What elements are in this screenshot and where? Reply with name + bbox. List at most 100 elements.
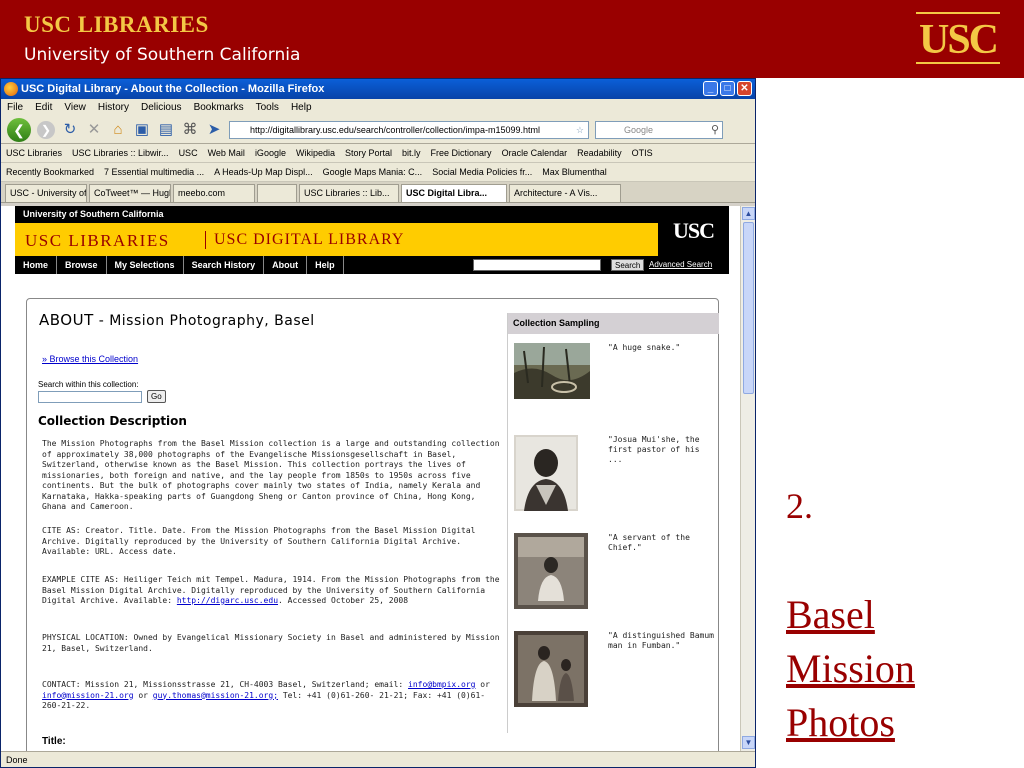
bookmark-item[interactable]: USC Libraries [6,144,62,162]
servant-photo-thumbnail[interactable] [514,533,588,609]
slide-header: USC LIBRARIES University of Southern Cal… [0,0,1024,78]
site-usc-logo[interactable]: USC [658,206,729,256]
bamum-man-photo-thumbnail[interactable] [514,631,588,707]
bookmark-item[interactable]: Oracle Calendar [502,144,568,162]
sampling-heading: Collection Sampling [508,313,719,334]
example-cite-text: EXAMPLE CITE AS: Heiliger Teich mit Temp… [42,575,502,607]
nav-home[interactable]: Home [15,256,58,274]
bookmark-item[interactable]: Web Mail [208,144,245,162]
slide-brand-subtitle: University of Southern California [24,45,301,65]
bookmark-item[interactable]: USC [179,144,198,162]
vertical-scrollbar[interactable]: ▲ ▼ [740,206,755,751]
slide-link-line[interactable]: Basel [786,588,915,642]
tab-active[interactable]: USC Digital Libra... [401,184,507,202]
tab[interactable]: USC Libraries :: Lib... [299,184,399,202]
home-icon[interactable]: ⌂ [109,121,127,139]
contact-or: or [475,680,490,689]
bookmark-item[interactable]: OTIS [632,144,653,162]
menu-view[interactable]: View [64,99,86,116]
reload-icon[interactable]: ↻ [61,121,79,139]
slide-link-line[interactable]: Photos [786,696,915,750]
email-link-bmpix[interactable]: info@bmpix.org [408,680,475,689]
bookmark-item[interactable]: Free Dictionary [431,144,492,162]
screenshot-icon[interactable]: ▣ [133,121,151,139]
bookmark-item[interactable]: USC Libraries :: Libwir... [72,144,169,162]
email-link-guy-thomas[interactable]: guy.thomas@mission-21.org; [153,691,278,700]
nav-help[interactable]: Help [307,256,344,274]
tab[interactable]: meebo.com [173,184,255,202]
stop-icon[interactable]: ✕ [85,121,103,139]
minimize-button[interactable]: _ [703,81,718,96]
forward-button[interactable]: ❯ [37,120,55,139]
menu-file[interactable]: File [7,99,23,116]
snake-photo-thumbnail[interactable] [514,343,590,399]
bookmark-item[interactable]: iGoogle [255,144,286,162]
menu-help[interactable]: Help [291,99,312,116]
email-link-mission21[interactable]: info@mission-21.org [42,691,134,700]
contact-text: CONTACT: Mission 21, Missionsstrasse 21,… [42,680,502,712]
tab[interactable]: CoTweet™ — Hugh... [89,184,171,202]
bookmark-item[interactable]: Story Portal [345,144,392,162]
page-title: ABOUT - Mission Photography, Basel [39,311,315,329]
search-bar[interactable]: Google ⚲ [595,120,723,139]
collection-title: - Mission Photography, Basel [93,313,315,329]
nav-search-history[interactable]: Search History [184,256,265,274]
search-within-label: Search within this collection: [38,380,139,389]
scrollbar-thumb[interactable] [743,222,754,394]
menu-delicious[interactable]: Delicious [141,99,182,116]
bookmarks-toolbar: USC Libraries USC Libraries :: Libwir...… [1,144,755,163]
advanced-search-link[interactable]: Advanced Search [649,256,712,274]
bookmark-item[interactable]: 7 Essential multimedia ... [104,163,204,181]
bookmark-item[interactable]: Social Media Policies fr... [432,163,532,181]
menu-tools[interactable]: Tools [256,99,279,116]
search-icon[interactable]: ⚲ [711,122,719,138]
save-icon[interactable]: ▤ [157,121,175,139]
tab[interactable]: Architecture - A Vis... [509,184,621,202]
bookmark-item[interactable]: Readability [577,144,622,162]
delicious-icon[interactable]: ➤ [205,121,223,139]
tab-strip: USC - University of ... CoTweet™ — Hugh.… [1,182,755,203]
scroll-down-arrow-icon[interactable]: ▼ [742,736,755,749]
tab[interactable]: USC - University of ... [5,184,87,202]
slide-number: 2. [786,486,813,526]
site-nav: Home Browse My Selections Search History… [15,256,729,274]
scroll-up-arrow-icon[interactable]: ▲ [742,207,755,220]
menu-bookmarks[interactable]: Bookmarks [194,99,244,116]
title-label: Title: [42,736,66,747]
close-button[interactable]: ✕ [737,81,752,96]
nav-my-selections[interactable]: My Selections [107,256,184,274]
pastor-portrait-thumbnail[interactable] [514,435,578,511]
address-bar[interactable]: http://digitallibrary.usc.edu/search/con… [229,120,589,139]
menu-history[interactable]: History [98,99,129,116]
bookmark-item[interactable]: A Heads-Up Map Displ... [214,163,313,181]
status-bar: Done [1,751,755,767]
bookmark-item[interactable]: Recently Bookmarked [6,163,94,181]
bookmark-item[interactable]: bit.ly [402,144,421,162]
browse-collection-link[interactable]: » Browse this Collection [42,354,138,364]
bookmark-item[interactable]: Max Blumenthal [542,163,607,181]
sample-caption: "Josua Mui'she, the first pastor of his … [608,435,700,464]
tag-icon[interactable]: ⌘ [181,121,199,139]
maximize-button[interactable]: □ [720,81,735,96]
go-button[interactable]: Go [147,390,166,403]
slide-link-line[interactable]: Mission [786,642,915,696]
sample-caption: "A servant of the Chief." [608,533,690,552]
tab[interactable] [257,184,297,202]
menu-edit[interactable]: Edit [35,99,52,116]
bookmarks-toolbar-2: Recently Bookmarked 7 Essential multimed… [1,163,755,182]
nav-about[interactable]: About [264,256,308,274]
bookmark-item[interactable]: Google Maps Mania: C... [323,163,423,181]
nav-browse[interactable]: Browse [57,256,107,274]
site-search-button[interactable]: Search [611,259,645,271]
collection-search-input[interactable] [38,391,142,403]
bookmark-star-icon[interactable]: ☆ [576,122,584,138]
back-button[interactable]: ❮ [7,117,31,142]
site-search-input[interactable] [473,259,601,271]
url-text: http://digitallibrary.usc.edu/search/con… [250,124,540,135]
basel-mission-photos-link[interactable]: Basel Mission Photos [786,588,915,750]
site-digital-library-title[interactable]: USC DIGITAL LIBRARY [205,231,404,249]
menu-bar: File Edit View History Delicious Bookmar… [1,99,755,116]
bookmark-item[interactable]: Wikipedia [296,144,335,162]
digarc-link[interactable]: http://digarc.usc.edu [177,596,278,605]
site-libraries-title[interactable]: USC LIBRARIES [25,231,170,251]
